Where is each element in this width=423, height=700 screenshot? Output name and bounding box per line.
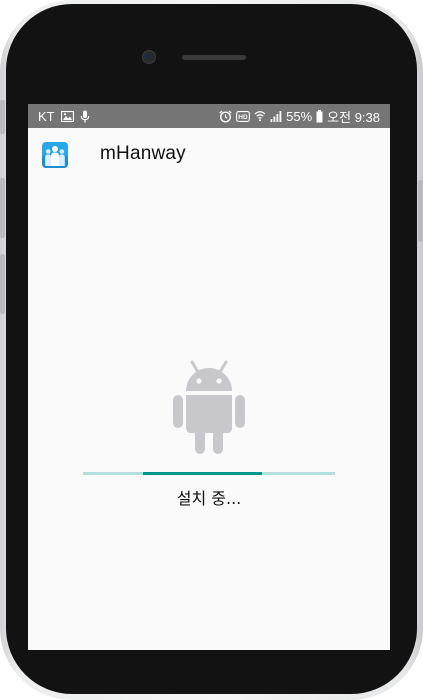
signal-icon	[270, 110, 282, 122]
microphone-icon	[80, 110, 90, 123]
wifi-icon	[254, 110, 266, 122]
status-right: HD 55% 오전 9:38	[219, 107, 390, 126]
install-progress-fill	[143, 472, 262, 475]
front-camera	[142, 50, 156, 64]
earpiece-speaker	[182, 55, 246, 60]
status-bar: KT HD 55% 오전 9:38	[28, 104, 390, 128]
volume-up-button	[0, 178, 5, 238]
mute-switch	[0, 100, 5, 134]
svg-text:HD: HD	[238, 114, 248, 121]
carrier-label: KT	[38, 108, 55, 124]
status-left: KT	[28, 109, 90, 124]
power-button	[418, 180, 423, 242]
android-robot-icon	[170, 360, 248, 456]
clock: 오전 9:38	[327, 109, 380, 125]
volume-down-button	[0, 254, 5, 314]
alarm-icon	[219, 109, 232, 123]
app-people-icon	[42, 142, 68, 168]
app-bar: mHanway	[28, 128, 390, 184]
app-title: mHanway	[100, 143, 186, 164]
hd-icon: HD	[236, 110, 251, 122]
install-status-label: 설치 중...	[176, 489, 242, 508]
screen: KT HD 55% 오전 9:38 mHanway 설치 중...	[28, 104, 390, 650]
battery-percent: 55%	[286, 108, 313, 124]
image-icon	[60, 110, 74, 122]
battery-icon	[316, 109, 323, 123]
install-progress-bar	[83, 472, 335, 475]
